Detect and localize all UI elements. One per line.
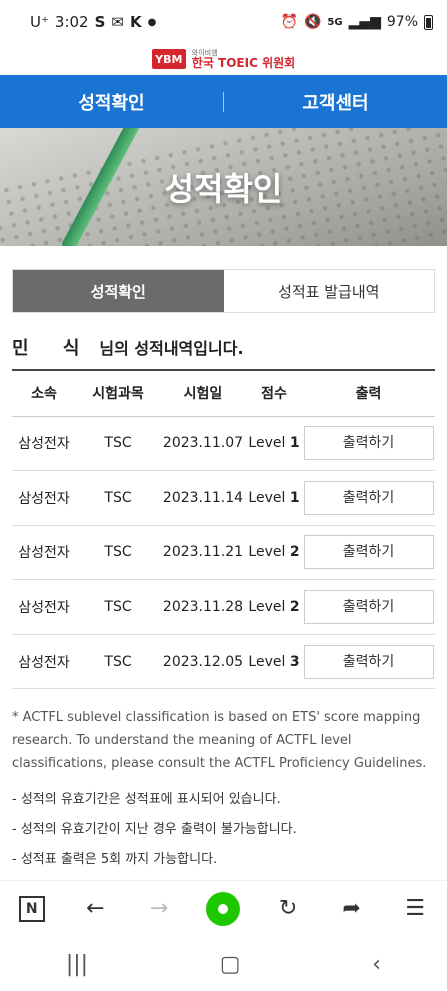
level-prefix: Level [248, 599, 286, 616]
table-row: 삼성전자 TSC 2023.11.07 Level 1 출력하기 [12, 416, 435, 471]
android-nav-bar: ||| ▢ ‹ [0, 938, 447, 991]
col-date: 시험일 [183, 386, 223, 403]
level-number: 2 [289, 599, 300, 616]
greeting-suffix: 님의 성적내역입니다. [99, 339, 244, 358]
mail-icon: ✉ [111, 13, 124, 31]
hero-banner: 성적확인 [0, 128, 447, 246]
level-number: 1 [289, 489, 300, 506]
row-print-cell: 출력하기 [302, 634, 435, 689]
level-number: 1 [289, 435, 300, 452]
back-button-icon[interactable]: ‹ [372, 952, 381, 977]
print-button[interactable]: 출력하기 [303, 590, 434, 625]
score-tabs: 성적확인 성적표 발급내역 [12, 269, 435, 313]
col-org: 소속 [31, 386, 57, 403]
row-score: Level 2 [246, 580, 302, 635]
row-score: Level 2 [246, 525, 302, 580]
col-print: 출력 [355, 386, 382, 403]
print-button[interactable]: 출력하기 [303, 535, 434, 570]
battery-percent: 97% [386, 14, 418, 30]
recent-apps-icon[interactable]: ||| [66, 952, 88, 977]
naver-n-label: N [18, 895, 45, 922]
score-table: 소속 시험과목 시험일 점수 출력 삼성전자 TSC 2023.11.07 Le… [12, 369, 435, 689]
share-icon[interactable]: ➦ [336, 893, 368, 925]
row-score: Level 1 [246, 471, 302, 526]
logo-title: 한국 TOEIC 위원회 [191, 55, 296, 70]
level-prefix: Level [248, 435, 286, 452]
k-app-icon: K [129, 13, 142, 31]
alarm-icon: ⏰ [280, 14, 298, 30]
level-number: 3 [289, 653, 300, 670]
forward-arrow-icon[interactable]: → [143, 893, 175, 925]
browser-toolbar: N ← → ↻ ➦ ☰ [0, 880, 447, 936]
row-score: Level 3 [246, 634, 302, 689]
top-nav: 성적확인 고객센터 [0, 75, 447, 128]
user-name: 민 식 [12, 338, 94, 359]
home-button-icon[interactable]: ▢ [220, 952, 241, 977]
level-number: 2 [289, 544, 300, 561]
row-org: 삼성전자 [18, 654, 70, 671]
s-app-icon: S [94, 13, 106, 31]
row-print-cell: 출력하기 [302, 525, 435, 580]
row-org: 삼성전자 [18, 490, 70, 507]
level-prefix: Level [248, 489, 286, 506]
row-score: Level 1 [246, 416, 302, 471]
greeting: 민 식 님의 성적내역입니다. [12, 334, 244, 360]
note-validity: - 성적의 유효기간은 성적표에 표시되어 있습니다. [12, 792, 281, 807]
row-subject: TSC [104, 544, 132, 561]
row-org: 삼성전자 [18, 436, 70, 453]
table-row: 삼성전자 TSC 2023.12.05 Level 3 출력하기 [12, 634, 435, 689]
status-bar: U⁺ 3:02 S ✉ K ● ⏰ 🔇 5G ▂▄▆ 97% [0, 0, 447, 44]
print-button[interactable]: 출력하기 [303, 480, 434, 515]
signal-icon: ▂▄▆ [348, 14, 381, 30]
row-subject: TSC [104, 435, 132, 452]
tab-score-check[interactable]: 성적확인 [13, 270, 224, 312]
hero-title: 성적확인 [164, 170, 283, 208]
row-subject: TSC [104, 489, 132, 506]
row-date: 2023.11.07 [162, 435, 244, 452]
row-date: 2023.11.14 [162, 489, 244, 506]
note-expired: - 성적의 유효기간이 지난 경우 출력이 불가능합니다. [12, 822, 297, 837]
actfl-note: * ACTFL sublevel classification is based… [12, 710, 427, 771]
print-button[interactable]: 출력하기 [303, 426, 434, 461]
nav-score-check[interactable]: 성적확인 [0, 89, 223, 115]
ybm-logo-mark: YBM [151, 49, 186, 69]
row-org: 삼성전자 [18, 545, 70, 562]
row-date: 2023.12.05 [162, 653, 244, 670]
battery-icon [424, 14, 433, 30]
row-subject: TSC [104, 599, 132, 616]
menu-icon[interactable]: ☰ [399, 893, 431, 925]
col-score: 점수 [261, 386, 287, 403]
back-arrow-icon[interactable]: ← [79, 893, 111, 925]
row-date: 2023.11.28 [162, 599, 244, 616]
carrier-label: U⁺ [30, 13, 49, 31]
print-button[interactable]: 출력하기 [303, 644, 434, 679]
table-header-row: 소속 시험과목 시험일 점수 출력 [12, 370, 435, 416]
more-notifications-icon: ● [147, 16, 157, 28]
row-subject: TSC [104, 653, 132, 670]
row-print-cell: 출력하기 [302, 416, 435, 471]
row-date: 2023.11.21 [162, 544, 244, 561]
table-row: 삼성전자 TSC 2023.11.28 Level 2 출력하기 [12, 580, 435, 635]
tab-issue-history[interactable]: 성적표 발급내역 [223, 270, 434, 312]
row-print-cell: 출력하기 [302, 471, 435, 526]
row-org: 삼성전자 [18, 600, 70, 617]
home-green-icon[interactable] [206, 891, 241, 926]
level-prefix: Level [248, 544, 286, 561]
level-prefix: Level [248, 653, 286, 670]
row-print-cell: 출력하기 [302, 580, 435, 635]
mute-icon: 🔇 [303, 14, 322, 30]
note-print-limit: - 성적표 출력은 5회 까지 가능합니다. [12, 852, 218, 867]
table-row: 삼성전자 TSC 2023.11.21 Level 2 출력하기 [12, 525, 435, 580]
naver-n-icon[interactable]: N [16, 893, 48, 925]
network-label: 5G [327, 16, 343, 28]
refresh-icon[interactable]: ↻ [272, 893, 304, 925]
clock: 3:02 [54, 13, 89, 31]
col-subject: 시험과목 [92, 386, 144, 403]
notes: * ACTFL sublevel classification is based… [12, 706, 435, 875]
table-row: 삼성전자 TSC 2023.11.14 Level 1 출력하기 [12, 471, 435, 526]
nav-customer-center[interactable]: 고객센터 [224, 89, 447, 115]
site-logo[interactable]: YBM 와이비엠 한국 TOEIC 위원회 [0, 44, 447, 74]
